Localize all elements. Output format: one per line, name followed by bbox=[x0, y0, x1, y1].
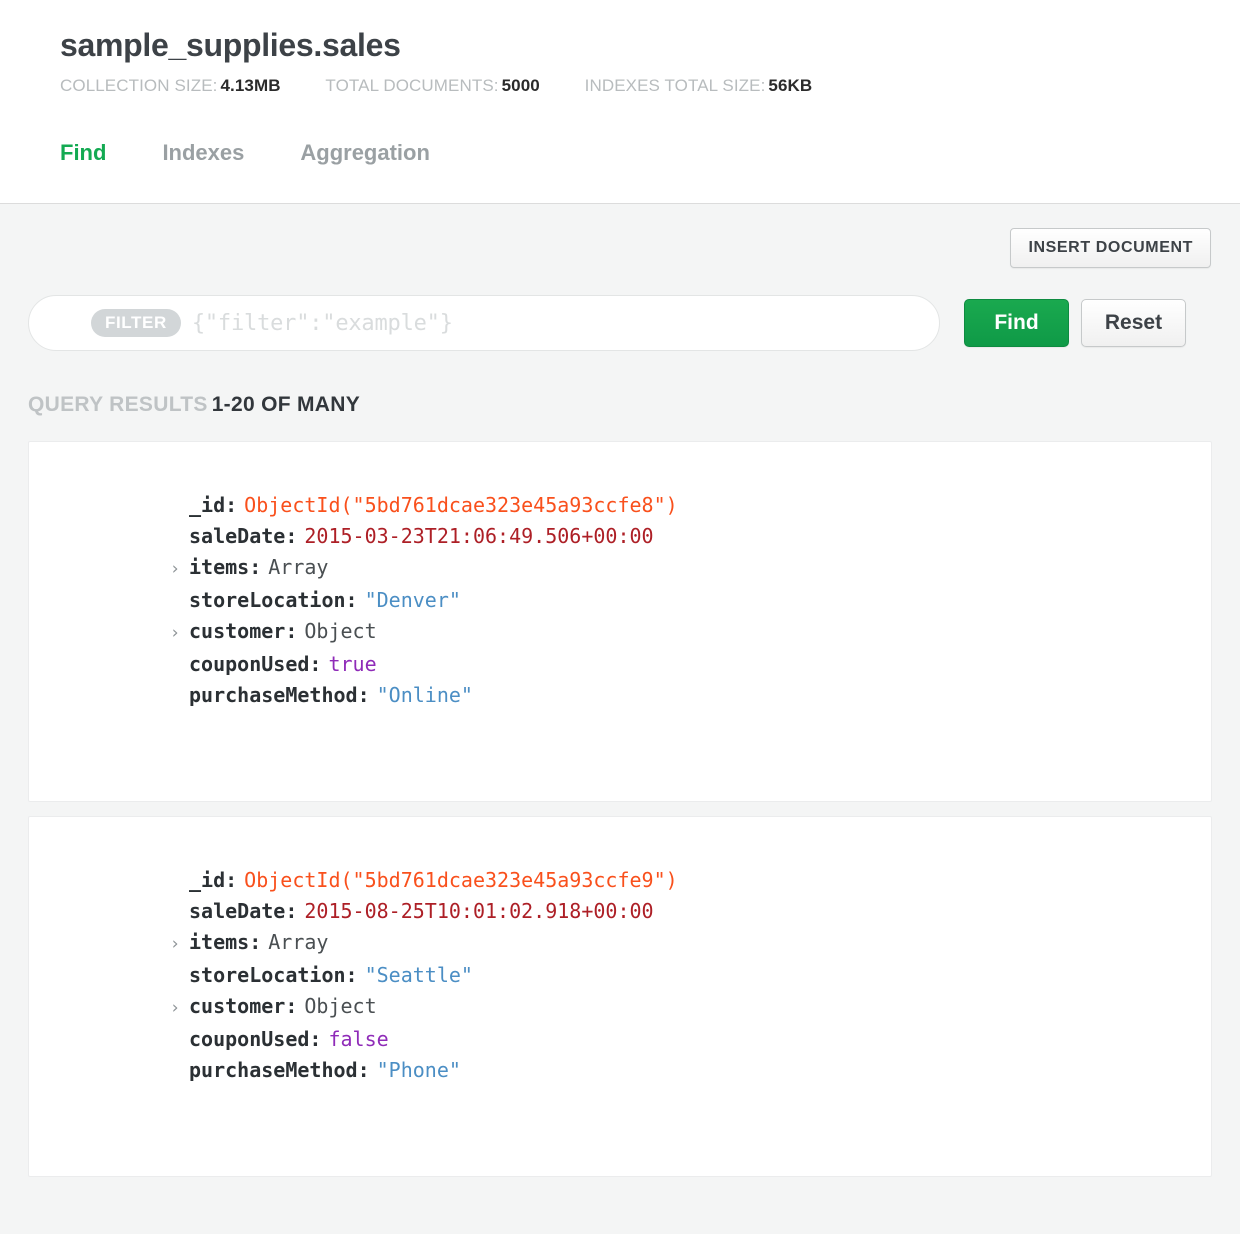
collection-header: sample_supplies.sales COLLECTION SIZE: 4.… bbox=[0, 0, 1240, 204]
field-colon: : bbox=[285, 524, 298, 548]
stat-total-documents-label: TOTAL DOCUMENTS: bbox=[325, 76, 499, 96]
document-field-row: › customer: Object bbox=[29, 616, 1211, 649]
field-value: false bbox=[328, 1027, 389, 1051]
field-value: Object bbox=[304, 994, 377, 1018]
tab-find[interactable]: Find bbox=[60, 142, 106, 168]
document-card[interactable]: _id: ObjectId("5bd761dcae323e45a93ccfe8")… bbox=[28, 441, 1212, 802]
tab-indexes[interactable]: Indexes bbox=[162, 142, 244, 168]
query-results-label: QUERY RESULTS bbox=[28, 393, 208, 416]
field-value: Array bbox=[268, 930, 329, 954]
collection-stats: COLLECTION SIZE: 4.13MB TOTAL DOCUMENTS: 5… bbox=[60, 76, 1240, 96]
field-colon: : bbox=[285, 619, 298, 643]
document-field-row: _id: ObjectId("5bd761dcae323e45a93ccfe9") bbox=[29, 865, 1211, 896]
tab-aggregation[interactable]: Aggregation bbox=[300, 142, 430, 168]
field-key: purchaseMethod bbox=[189, 683, 358, 707]
filter-placeholder: {"filter":"example"} bbox=[191, 310, 453, 336]
stat-indexes-total-size-label: INDEXES TOTAL SIZE: bbox=[584, 76, 766, 96]
collection-tabs: Find Indexes Aggregation bbox=[60, 116, 1240, 168]
field-colon: : bbox=[309, 652, 322, 676]
document-list: _id: ObjectId("5bd761dcae323e45a93ccfe8")… bbox=[28, 441, 1212, 1177]
field-colon: : bbox=[345, 588, 358, 612]
field-colon: : bbox=[285, 899, 298, 923]
field-key: items bbox=[189, 555, 250, 579]
document-field-row: _id: ObjectId("5bd761dcae323e45a93ccfe8") bbox=[29, 490, 1211, 521]
collection-content: INSERT DOCUMENT FILTER {"filter":"exampl… bbox=[0, 204, 1240, 1177]
field-value: Array bbox=[268, 555, 329, 579]
document-toolbar: INSERT DOCUMENT bbox=[28, 204, 1212, 268]
stat-total-documents: TOTAL DOCUMENTS: 5000 bbox=[325, 76, 539, 96]
chevron-right-icon[interactable]: › bbox=[161, 993, 189, 1024]
stat-collection-size: COLLECTION SIZE: 4.13MB bbox=[60, 76, 281, 96]
field-key: couponUsed bbox=[189, 652, 310, 676]
field-key: storeLocation bbox=[189, 588, 346, 612]
field-colon: : bbox=[357, 683, 370, 707]
field-key: storeLocation bbox=[189, 963, 346, 987]
document-field-row: purchaseMethod: "Online" bbox=[29, 680, 1211, 711]
find-button[interactable]: Find bbox=[964, 299, 1069, 347]
field-value: "Online" bbox=[376, 683, 473, 707]
filter-badge: FILTER bbox=[91, 309, 181, 337]
field-value: ObjectId("5bd761dcae323e45a93ccfe9") bbox=[244, 868, 678, 892]
document-field-row: storeLocation: "Denver" bbox=[29, 585, 1211, 616]
chevron-right-icon[interactable]: › bbox=[161, 618, 189, 649]
field-value: true bbox=[328, 652, 377, 676]
field-key: saleDate bbox=[189, 899, 286, 923]
field-key: customer bbox=[189, 619, 286, 643]
stat-indexes-total-size: INDEXES TOTAL SIZE: 56KB bbox=[585, 76, 813, 96]
document-field-row: › items: Array bbox=[29, 927, 1211, 960]
field-key: purchaseMethod bbox=[189, 1058, 358, 1082]
document-field-row: couponUsed: false bbox=[29, 1024, 1211, 1055]
field-value: "Phone" bbox=[376, 1058, 461, 1082]
document-card[interactable]: _id: ObjectId("5bd761dcae323e45a93ccfe9")… bbox=[28, 816, 1212, 1177]
field-colon: : bbox=[357, 1058, 370, 1082]
field-key: couponUsed bbox=[189, 1027, 310, 1051]
document-field-row: › items: Array bbox=[29, 552, 1211, 585]
field-colon: : bbox=[345, 963, 358, 987]
field-key: items bbox=[189, 930, 250, 954]
field-key: saleDate bbox=[189, 524, 286, 548]
field-value: 2015-08-25T10:01:02.918+00:00 bbox=[304, 899, 654, 923]
document-field-row: › customer: Object bbox=[29, 991, 1211, 1024]
stat-collection-size-value: 4.13MB bbox=[220, 76, 281, 96]
field-colon: : bbox=[225, 868, 238, 892]
chevron-right-icon[interactable]: › bbox=[161, 929, 189, 960]
reset-button[interactable]: Reset bbox=[1081, 299, 1186, 347]
filter-input[interactable]: FILTER {"filter":"example"} bbox=[28, 295, 940, 351]
chevron-right-icon[interactable]: › bbox=[161, 554, 189, 585]
page-title: sample_supplies.sales bbox=[60, 27, 401, 63]
document-field-row: saleDate:2015-03-23T21:06:49.506+00:00 bbox=[29, 521, 1211, 552]
field-key: _id bbox=[189, 868, 226, 892]
insert-document-button[interactable]: INSERT DOCUMENT bbox=[1010, 228, 1211, 268]
field-value: Object bbox=[304, 619, 377, 643]
query-bar: FILTER {"filter":"example"} Find Reset bbox=[28, 295, 1212, 351]
query-results-header: QUERY RESULTS 1-20 OF MANY bbox=[28, 393, 1212, 417]
field-value: "Denver" bbox=[364, 588, 461, 612]
field-colon: : bbox=[225, 493, 238, 517]
document-field-row: purchaseMethod: "Phone" bbox=[29, 1055, 1211, 1086]
field-key: customer bbox=[189, 994, 286, 1018]
field-colon: : bbox=[249, 555, 262, 579]
field-key: _id bbox=[189, 493, 226, 517]
stat-indexes-total-size-value: 56KB bbox=[768, 76, 813, 96]
stat-total-documents-value: 5000 bbox=[501, 76, 540, 96]
field-colon: : bbox=[285, 994, 298, 1018]
document-field-row: storeLocation: "Seattle" bbox=[29, 960, 1211, 991]
document-field-row: couponUsed: true bbox=[29, 649, 1211, 680]
field-value: 2015-03-23T21:06:49.506+00:00 bbox=[304, 524, 654, 548]
document-field-row: saleDate:2015-08-25T10:01:02.918+00:00 bbox=[29, 896, 1211, 927]
field-colon: : bbox=[249, 930, 262, 954]
query-results-count: 1-20 OF MANY bbox=[211, 393, 360, 416]
field-value: "Seattle" bbox=[364, 963, 473, 987]
field-value: ObjectId("5bd761dcae323e45a93ccfe8") bbox=[244, 493, 678, 517]
field-colon: : bbox=[309, 1027, 322, 1051]
stat-collection-size-label: COLLECTION SIZE: bbox=[60, 76, 218, 96]
